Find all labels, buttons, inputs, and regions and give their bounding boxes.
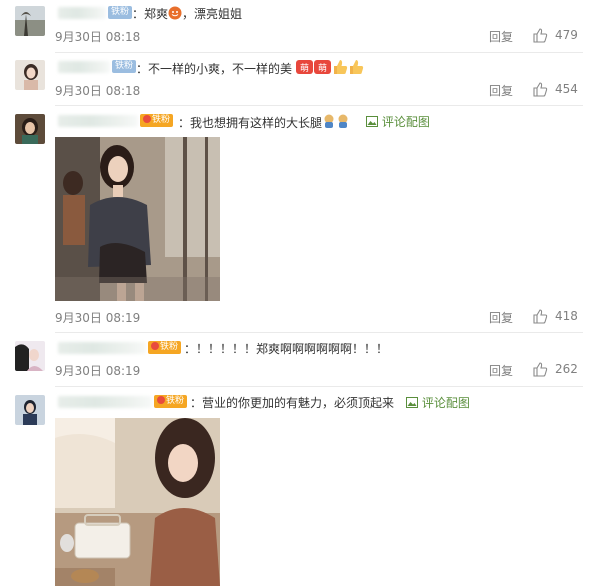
fan-badge[interactable]: 铁粉 <box>140 114 174 127</box>
comment-image-link[interactable]: 评论配图 <box>366 113 430 130</box>
comment-text-part: ：郑爽 <box>132 7 169 21</box>
avatar[interactable] <box>15 6 45 36</box>
link-label: 评论配图 <box>421 396 470 410</box>
like-count: 479 <box>555 28 578 42</box>
avatar[interactable] <box>15 114 45 144</box>
fan-badge[interactable]: 铁粉 <box>108 6 133 19</box>
thumbs-up-icon[interactable] <box>532 361 548 377</box>
medal-icon <box>143 115 151 123</box>
medal-icon <box>151 342 159 350</box>
badge-label: 铁粉 <box>166 396 185 406</box>
username-blurred[interactable] <box>58 396 152 408</box>
comment-text: ：！！！！！郑爽啊啊啊啊啊啊！！！ <box>184 342 389 356</box>
fan-badge[interactable]: 铁粉 <box>112 60 137 73</box>
smile-emoji-icon <box>168 6 182 23</box>
divider <box>55 105 583 106</box>
reply-button[interactable]: 回复 <box>489 362 513 379</box>
like-count: 418 <box>555 309 578 323</box>
divider <box>55 332 583 333</box>
comment-text-part: ，漂亮姐姐 <box>182 7 243 21</box>
fan-badge[interactable]: 铁粉 <box>148 341 182 354</box>
bear-emoji-icon <box>322 113 336 132</box>
comment-time: 9月30日 08:19 <box>55 364 141 378</box>
medal-icon <box>157 396 165 404</box>
avatar[interactable] <box>15 341 45 371</box>
divider <box>55 386 583 387</box>
comment-text: ：不一样的小爽，不一样的美 萌萌 <box>136 59 364 78</box>
sticker-text: 萌 <box>318 62 327 74</box>
cute-sticker-icon: 萌萌 <box>295 59 332 78</box>
username-blurred[interactable] <box>58 61 110 73</box>
comment-time: 9月30日 08:19 <box>55 311 141 325</box>
comment-photo[interactable] <box>55 418 220 586</box>
reply-button[interactable]: 回复 <box>489 309 513 326</box>
divider <box>55 52 583 53</box>
like-count: 454 <box>555 82 578 96</box>
thumbs-up-icon[interactable] <box>532 81 548 97</box>
comment-text-part: ：不一样的小爽，不一样的美 <box>136 62 293 76</box>
badge-label: 铁粉 <box>160 342 179 352</box>
comment-image-link[interactable]: 评论配图 <box>406 394 470 411</box>
sticker-text: 萌 <box>300 62 309 74</box>
username-blurred[interactable] <box>58 115 138 127</box>
thumbs-up-icon[interactable] <box>532 27 548 43</box>
thumbs-up-emoji-icon <box>332 59 348 78</box>
picture-icon <box>406 397 418 408</box>
comment-text: ：郑爽 ，漂亮姐姐 <box>132 5 242 23</box>
comment-time: 9月30日 08:18 <box>55 84 141 98</box>
avatar[interactable] <box>15 60 45 90</box>
picture-icon <box>366 116 378 127</box>
avatar[interactable] <box>15 395 45 425</box>
fan-badge[interactable]: 铁粉 <box>154 395 188 408</box>
comment-text-part: ：我也想拥有这样的大长腿 <box>178 116 323 130</box>
bear-emoji-icon <box>336 113 350 132</box>
comment-photo[interactable] <box>55 137 220 301</box>
badge-label: 铁粉 <box>152 115 171 125</box>
username-blurred[interactable] <box>58 342 146 354</box>
reply-button[interactable]: 回复 <box>489 28 513 45</box>
reply-button[interactable]: 回复 <box>489 82 513 99</box>
username-blurred[interactable] <box>58 7 106 19</box>
thumbs-up-emoji-icon <box>348 59 364 78</box>
comment-text: ：我也想拥有这样的大长腿 <box>178 113 350 132</box>
thumbs-up-icon[interactable] <box>532 308 548 324</box>
comment-text: ：营业的你更加的有魅力，必须顶起来 <box>190 396 395 410</box>
like-count: 262 <box>555 362 578 376</box>
link-label: 评论配图 <box>381 115 430 129</box>
comment-time: 9月30日 08:18 <box>55 30 141 44</box>
